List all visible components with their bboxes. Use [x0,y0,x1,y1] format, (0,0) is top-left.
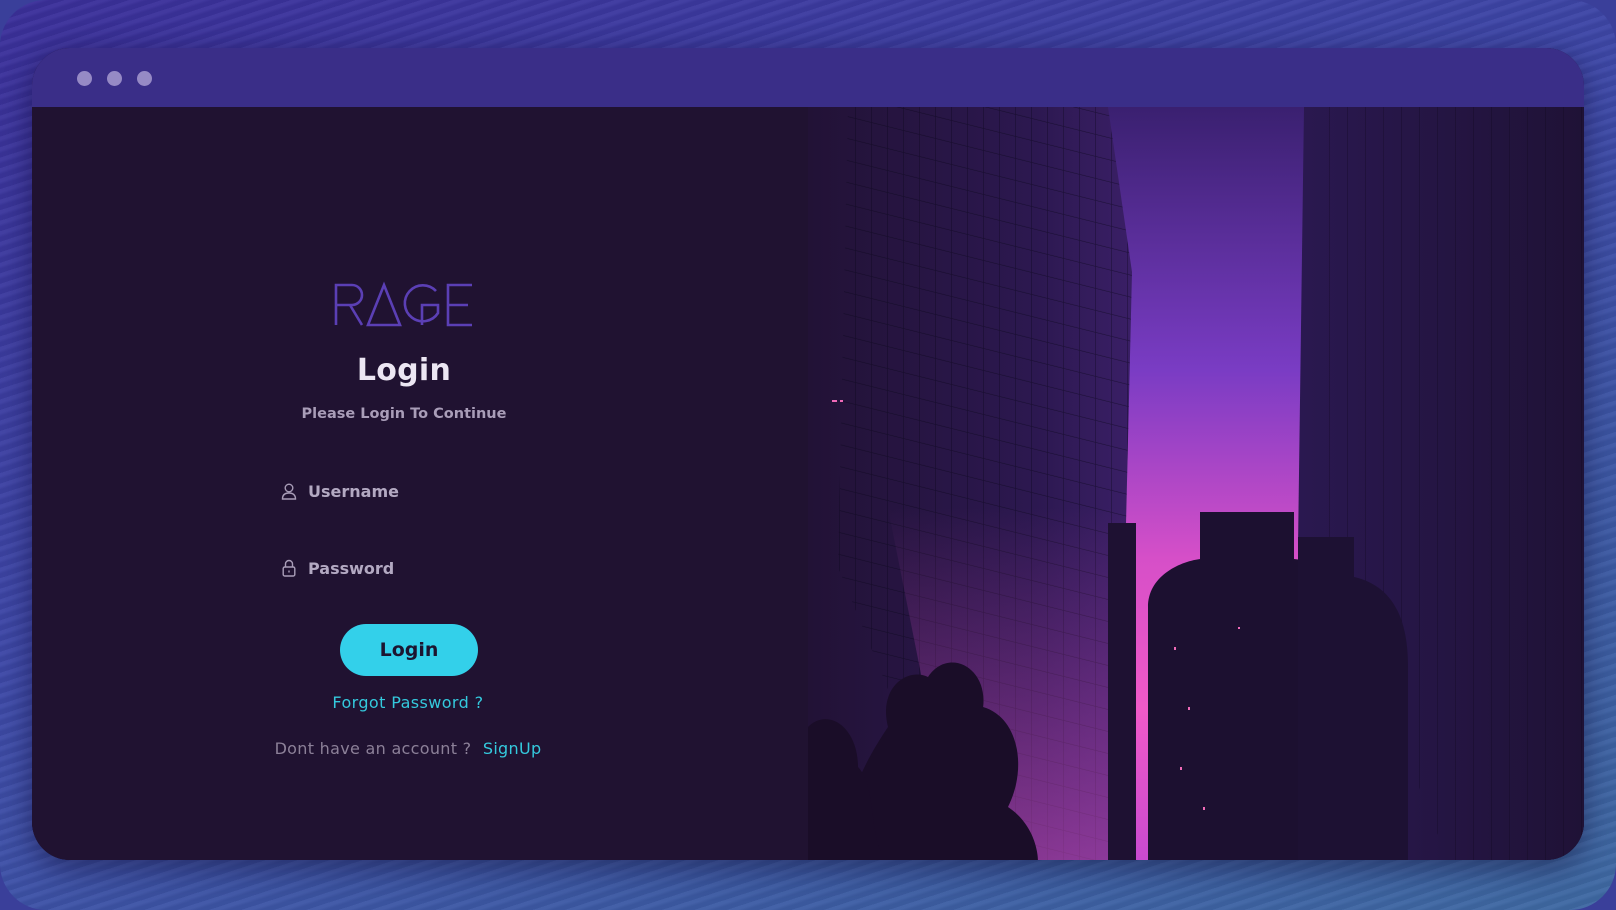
signup-prompt: Dont have an account ? [274,739,472,758]
forgot-password-link[interactable]: Forgot Password ? [32,693,784,712]
city-skyline-image [808,107,1584,860]
username-field[interactable] [280,471,540,511]
page-title: Login [356,353,452,388]
page-subtitle: Please Login To Continue [301,406,507,422]
window-titlebar [32,48,1584,107]
login-button[interactable]: Login [340,624,478,676]
rage-logo [334,281,472,327]
login-panel: Login Please Login To Continue Username … [32,107,808,860]
password-field[interactable] [280,548,540,588]
window-maximize-dot[interactable] [137,71,152,86]
lock-icon [280,559,298,577]
signup-row: Dont have an account ? SignUp [32,739,784,758]
desktop-background: Login Please Login To Continue Username … [0,0,1616,910]
window-minimize-dot[interactable] [107,71,122,86]
password-input[interactable] [308,558,528,578]
window-close-dot[interactable] [77,71,92,86]
app-window: Login Please Login To Continue Username … [32,48,1584,860]
signup-link[interactable]: SignUp [483,739,542,758]
window-content: Login Please Login To Continue Username … [32,107,1584,860]
user-icon [280,482,298,500]
username-input[interactable] [308,481,528,501]
